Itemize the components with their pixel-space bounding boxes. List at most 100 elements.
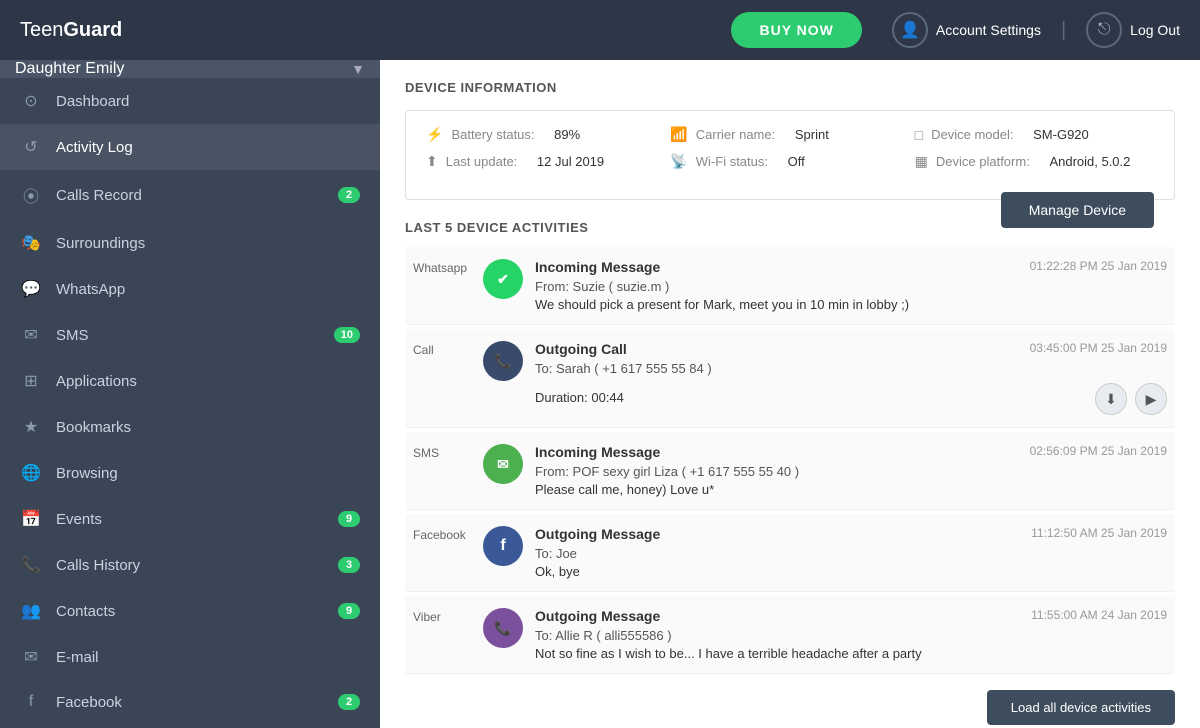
activity-row-1: Call 📞 Outgoing Call 03:45:00 PM 25 Jan … [405,329,1175,428]
nav-label-calls-record: Calls Record [56,187,324,204]
battery-label: Battery status: [451,127,534,142]
nav-icon-activity-log: ↺ [20,137,42,157]
account-settings-item[interactable]: 👤 Account Settings [892,12,1041,48]
carrier-value: Sprint [795,127,829,142]
sidebar-item-browsing[interactable]: 🌐 Browsing [0,450,380,496]
battery-value: 89% [554,127,580,142]
account-icon: 👤 [892,12,928,48]
carrier-info: 📶 Carrier name: Sprint [670,126,909,143]
sidebar-item-gmail[interactable]: g Gmail [0,724,380,728]
load-activities-button[interactable]: Load all device activities [987,690,1175,725]
activity-source-1: Call [413,341,483,357]
nav-label-sms: SMS [56,327,320,344]
activity-detail2-2: Please call me, honey) Love u* [535,482,1167,497]
carrier-label: Carrier name: [696,127,775,142]
nav-icon-browsing: 🌐 [20,463,42,483]
wifi-info: 📡 Wi-Fi status: Off [670,153,909,170]
sidebar-item-applications[interactable]: ⊞ Applications [0,358,380,404]
activity-detail1-2: From: POF sexy girl Liza ( +1 617 555 55… [535,464,1167,479]
activity-detail2-0: We should pick a present for Mark, meet … [535,297,1167,312]
nav-icon-dashboard: ⊙ [20,91,42,111]
logout-label: Log Out [1130,22,1180,38]
activity-type-1: Outgoing Call [535,341,627,357]
activity-content-3: Outgoing Message 11:12:50 AM 25 Jan 2019… [535,526,1167,579]
device-model-info: □ Device model: SM-G920 [915,126,1154,143]
activity-header-4: Outgoing Message 11:55:00 AM 24 Jan 2019 [535,608,1167,624]
nav-label-bookmarks: Bookmarks [56,419,360,436]
nav-label-dashboard: Dashboard [56,93,360,110]
sidebar-item-facebook[interactable]: f Facebook 2 [0,680,380,724]
activity-detail1-1: To: Sarah ( +1 617 555 55 84 ) [535,361,1167,376]
clearfix: Load all device activities [405,678,1175,725]
activity-detail1-0: From: Suzie ( suzie.m ) [535,279,1167,294]
activity-source-4: Viber [413,608,483,624]
device-model-icon: □ [915,127,923,143]
play-button-1[interactable]: ▶ [1135,383,1167,415]
platform-value: Android, 5.0.2 [1049,154,1130,169]
nav-label-contacts: Contacts [56,603,324,620]
battery-icon: ⚡ [426,126,443,143]
sidebar-item-surroundings[interactable]: 🎭 Surroundings [0,220,380,266]
nav-icon-events: 📅 [20,509,42,529]
activity-icon-1: 📞 [483,341,523,381]
download-button-1[interactable]: ⬇ [1095,383,1127,415]
activity-icon-3: f [483,526,523,566]
nav-label-surroundings: Surroundings [56,235,360,252]
nav-icon-calls-history: 📞 [20,555,42,575]
sidebar-item-calls-history[interactable]: 📞 Calls History 3 [0,542,380,588]
activity-icon-0: ✔ [483,259,523,299]
device-name: Daughter Emily [15,60,124,78]
sidebar-item-email[interactable]: ✉ E-mail [0,634,380,680]
nav-icon-bookmarks: ★ [20,417,42,437]
sidebar-item-contacts[interactable]: 👥 Contacts 9 [0,588,380,634]
activity-type-3: Outgoing Message [535,526,660,542]
last-update-info: ⬆ Last update: 12 Jul 2019 [426,153,665,170]
device-info-box: ⚡ Battery status: 89% 📶 Carrier name: Sp… [405,110,1175,200]
buy-now-button[interactable]: BUY NOW [731,12,861,48]
manage-device-button[interactable]: Manage Device [1001,192,1154,228]
header: TeenGuard BUY NOW 👤 Account Settings | ⎋… [0,0,1200,60]
nav-label-whatsapp: WhatsApp [56,281,360,298]
sidebar-item-dashboard[interactable]: ⊙ Dashboard [0,78,380,124]
logout-item[interactable]: ⎋ Log Out [1086,12,1180,48]
activity-icon-2: ✉ [483,444,523,484]
activity-content-1: Outgoing Call 03:45:00 PM 25 Jan 2019 To… [535,341,1167,415]
sidebar: Daughter Emily ▼ ⊙ Dashboard ↺ Activity … [0,60,380,728]
nav-badge-facebook: 2 [338,694,360,710]
sidebar-item-whatsapp[interactable]: 💬 WhatsApp [0,266,380,312]
nav-label-calls-history: Calls History [56,557,324,574]
sidebar-item-sms[interactable]: ✉ SMS 10 [0,312,380,358]
platform-info: ▦ Device platform: Android, 5.0.2 [915,153,1154,170]
activity-header-3: Outgoing Message 11:12:50 AM 25 Jan 2019 [535,526,1167,542]
sidebar-item-events[interactable]: 📅 Events 9 [0,496,380,542]
account-settings-label: Account Settings [936,22,1041,38]
activity-detail1-3: To: Joe [535,546,1167,561]
nav-icon-sms: ✉ [20,325,42,345]
logo-teen: Teen [20,19,63,41]
activity-header-0: Incoming Message 01:22:28 PM 25 Jan 2019 [535,259,1167,275]
activities-list: Whatsapp ✔ Incoming Message 01:22:28 PM … [405,247,1175,674]
nav-badge-events: 9 [338,511,360,527]
activity-source-2: SMS [413,444,483,460]
wifi-label: Wi-Fi status: [696,154,768,169]
nav-label-email: E-mail [56,649,360,666]
wifi-value: Off [788,154,805,169]
sidebar-item-calls-record[interactable]: ⦿ Calls Record 2 [0,170,380,220]
activity-source-3: Facebook [413,526,483,542]
wifi-icon: 📡 [670,153,687,170]
activity-row-0: Whatsapp ✔ Incoming Message 01:22:28 PM … [405,247,1175,325]
sidebar-item-activity-log[interactable]: ↺ Activity Log [0,124,380,170]
activity-type-2: Incoming Message [535,444,660,460]
nav-label-activity-log: Activity Log [56,139,360,156]
sidebar-item-bookmarks[interactable]: ★ Bookmarks [0,404,380,450]
platform-icon: ▦ [915,153,928,170]
activity-content-2: Incoming Message 02:56:09 PM 25 Jan 2019… [535,444,1167,497]
activity-actions-1: ⬇ ▶ [1095,383,1167,415]
activity-time-2: 02:56:09 PM 25 Jan 2019 [1030,444,1167,458]
activity-content-4: Outgoing Message 11:55:00 AM 24 Jan 2019… [535,608,1167,661]
nav-badge-contacts: 9 [338,603,360,619]
device-selector[interactable]: Daughter Emily ▼ [0,60,380,78]
main-container: Daughter Emily ▼ ⊙ Dashboard ↺ Activity … [0,60,1200,728]
device-model-label: Device model: [931,127,1013,142]
battery-info: ⚡ Battery status: 89% [426,126,665,143]
